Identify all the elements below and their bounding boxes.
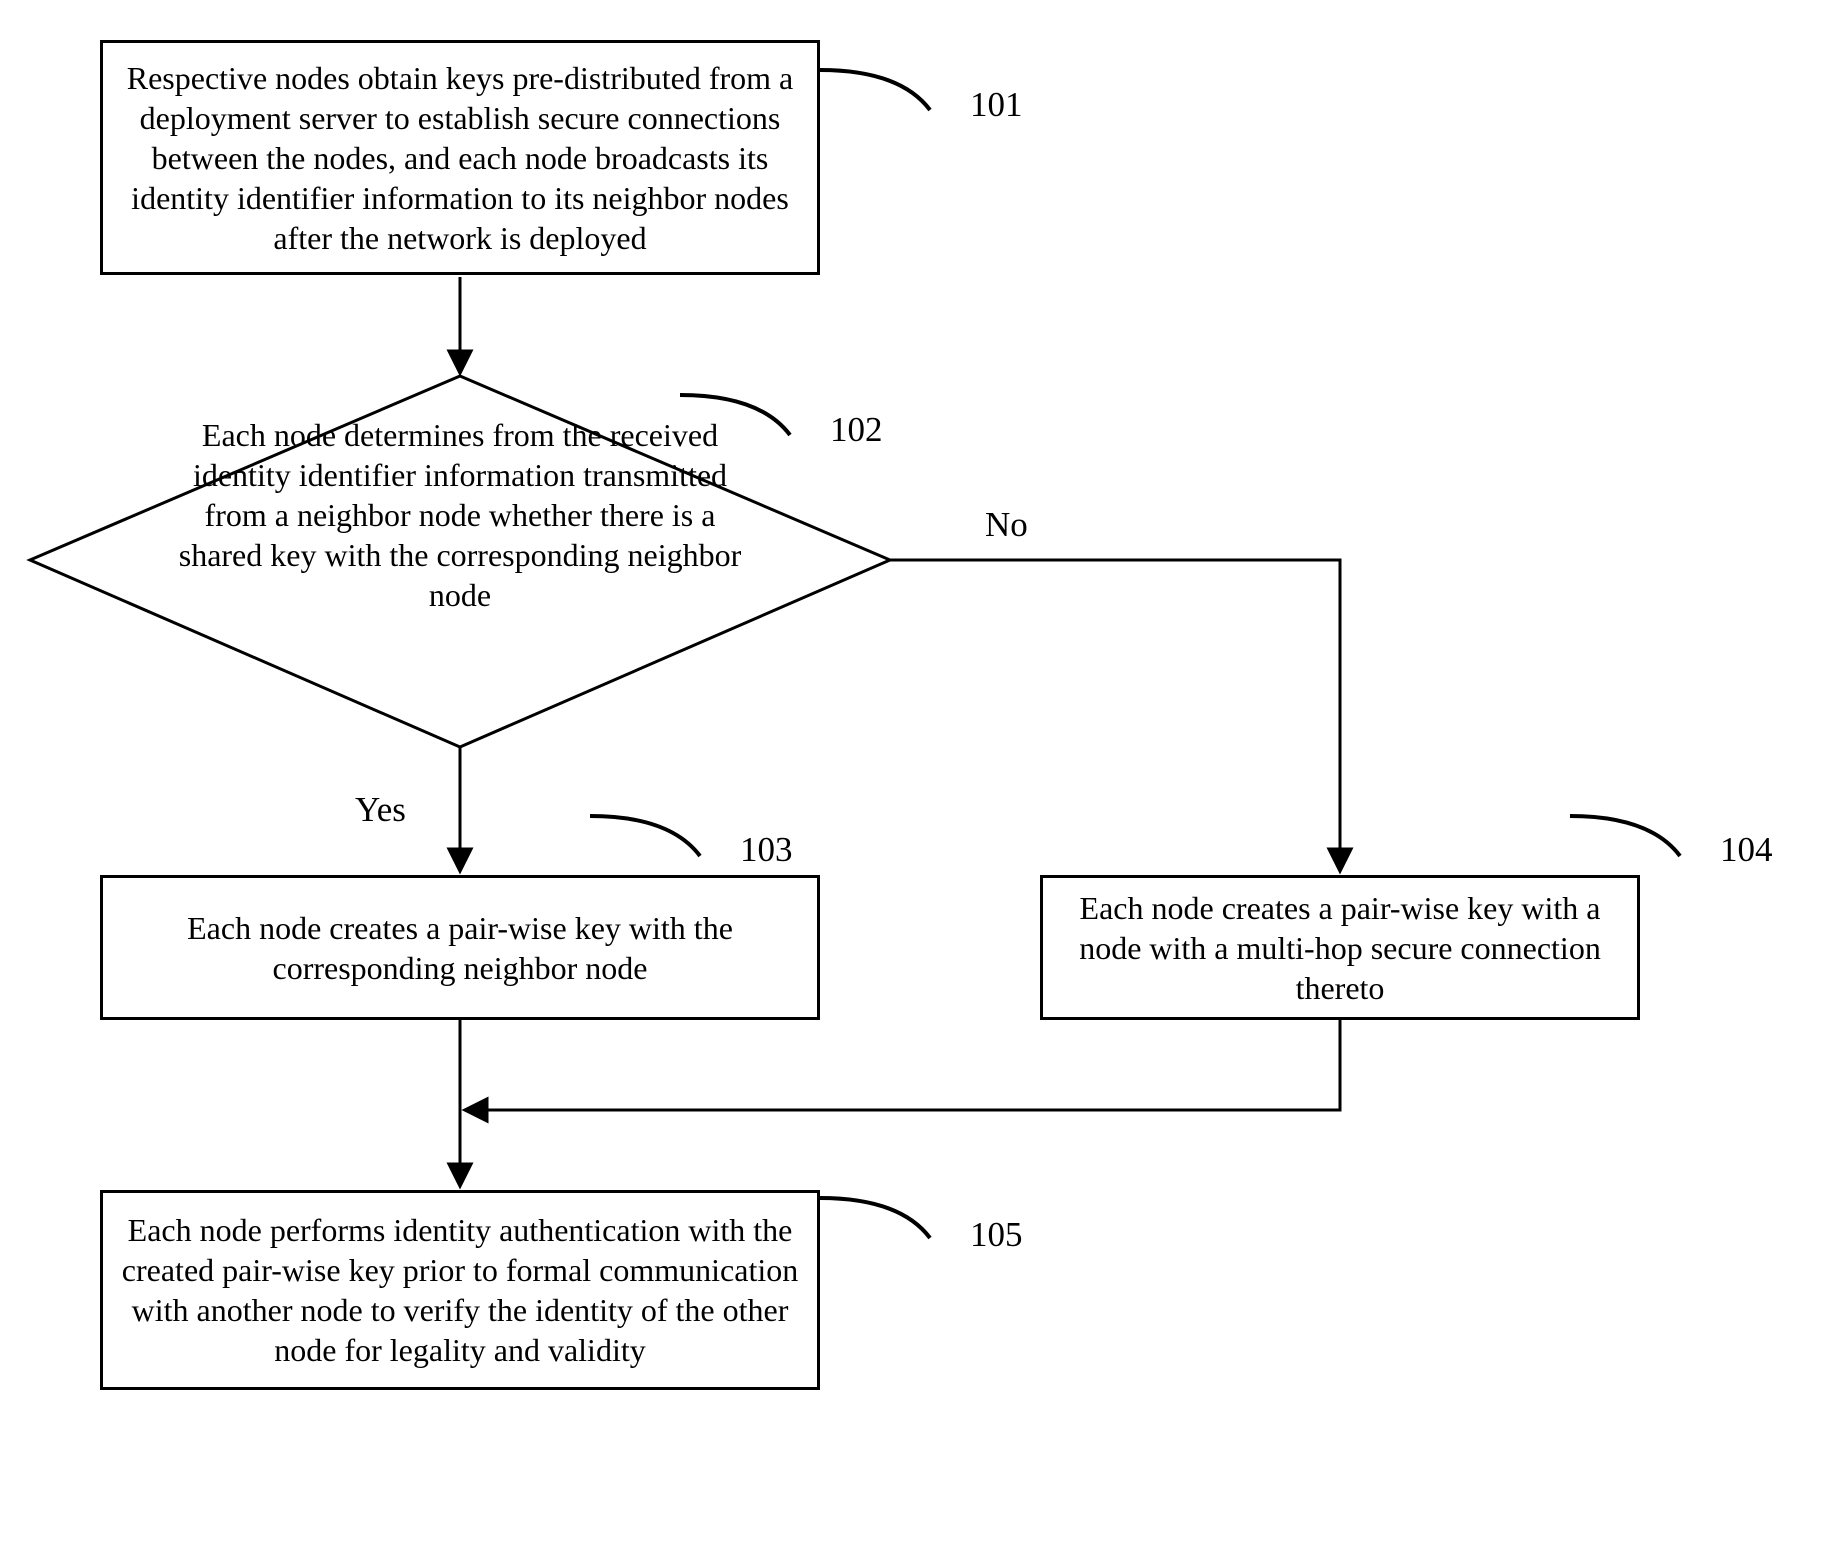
flowchart-canvas: Respective nodes obtain keys pre-distrib… <box>0 0 1840 1549</box>
step-104-ref: 104 <box>1720 830 1773 870</box>
step-102-text: Each node determines from the received i… <box>160 415 760 615</box>
branch-yes-label: Yes <box>355 790 406 830</box>
branch-no-label: No <box>985 505 1028 545</box>
step-102-ref: 102 <box>830 410 883 450</box>
step-101-text: Respective nodes obtain keys pre-distrib… <box>117 58 803 258</box>
step-101-ref: 101 <box>970 85 1023 125</box>
step-105-text: Each node performs identity authenticati… <box>117 1210 803 1370</box>
step-103-ref: 103 <box>740 830 793 870</box>
step-103-text: Each node creates a pair-wise key with t… <box>117 908 803 988</box>
step-104-text: Each node creates a pair-wise key with a… <box>1057 888 1623 1008</box>
step-101-box: Respective nodes obtain keys pre-distrib… <box>100 40 820 275</box>
step-105-ref: 105 <box>970 1215 1023 1255</box>
step-105-box: Each node performs identity authenticati… <box>100 1190 820 1390</box>
step-103-box: Each node creates a pair-wise key with t… <box>100 875 820 1020</box>
step-104-box: Each node creates a pair-wise key with a… <box>1040 875 1640 1020</box>
